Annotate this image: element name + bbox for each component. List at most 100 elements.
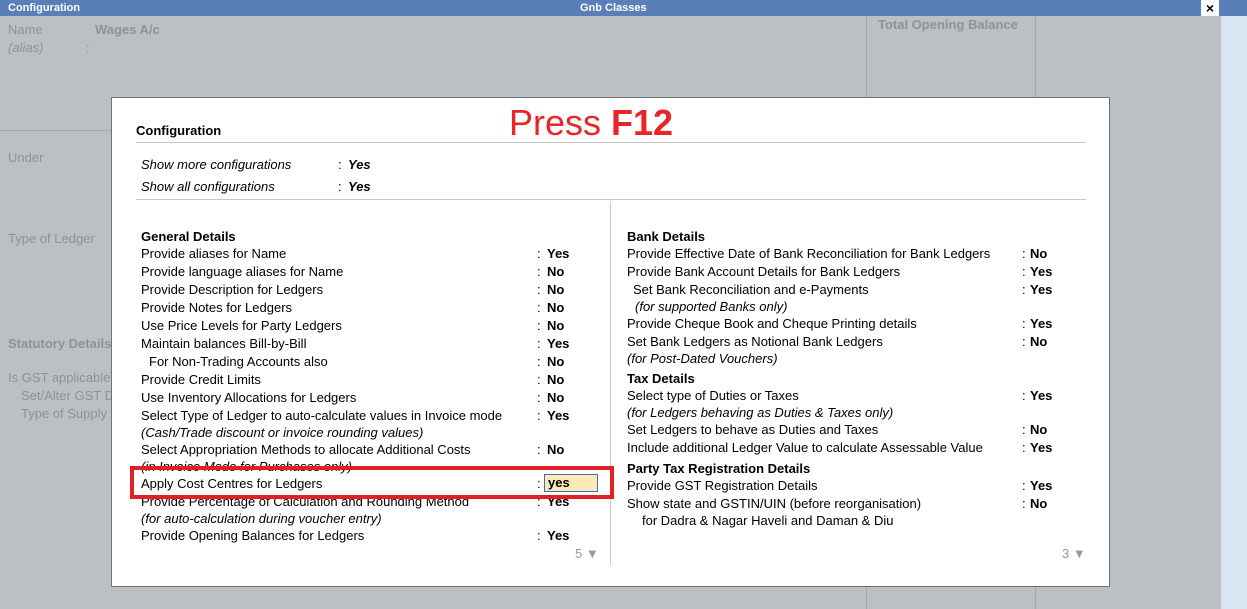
bank-details-header: Bank Details: [627, 229, 706, 244]
setting-label: Select Appropriation Methods to allocate…: [141, 442, 471, 457]
setting-colon: :: [1022, 246, 1026, 261]
setting-value[interactable]: No: [1030, 422, 1047, 437]
setting-label: Provide Opening Balances for Ledgers: [141, 528, 365, 543]
column-divider: [610, 201, 611, 565]
option-colon: :: [338, 179, 342, 194]
press-prefix: Press: [509, 102, 612, 143]
option-show-more-value[interactable]: Yes: [348, 157, 371, 172]
left-page-indicator[interactable]: 5 ▼: [575, 546, 599, 561]
statutory-details-header: Statutory Details: [8, 336, 112, 351]
window-title-company: Gnb Classes: [580, 2, 647, 14]
setting-value[interactable]: Yes: [1030, 282, 1052, 297]
press-key: F12: [611, 102, 674, 143]
option-show-all-label: Show all configurations: [141, 179, 275, 194]
setting-label: Set Ledgers to behave as Duties and Taxe…: [627, 422, 879, 437]
setting-colon: :: [537, 246, 541, 261]
setting-value[interactable]: Yes: [1030, 440, 1052, 455]
setting-colon: :: [1022, 496, 1026, 511]
setting-note: (for supported Banks only): [635, 299, 788, 314]
setting-value[interactable]: Yes: [1030, 388, 1052, 403]
setting-label: Set Bank Reconciliation and e-Payments: [633, 282, 869, 297]
setting-colon: :: [1022, 316, 1026, 331]
setting-label: Provide language aliases for Name: [141, 264, 344, 279]
setting-value[interactable]: No: [547, 300, 564, 315]
setting-label: Include additional Ledger Value to calcu…: [627, 440, 983, 455]
setting-note: (for Ledgers behaving as Duties & Taxes …: [627, 405, 894, 420]
setting-note: (Cash/Trade discount or invoice rounding…: [141, 425, 424, 440]
under-label: Under: [8, 150, 44, 165]
setting-colon: :: [1022, 334, 1026, 349]
setting-note: (for Post-Dated Vouchers): [627, 351, 778, 366]
setting-colon: :: [537, 300, 541, 315]
configuration-dialog: Configuration Press F12 Show more config…: [111, 97, 1110, 587]
setting-colon: :: [537, 408, 541, 423]
total-opening-balance-header: Total Opening Balance: [878, 17, 1018, 32]
option-show-all-value[interactable]: Yes: [348, 179, 371, 194]
setting-label: Select type of Duties or Taxes: [627, 388, 799, 403]
setting-colon: :: [1022, 422, 1026, 437]
setting-value[interactable]: No: [1030, 334, 1047, 349]
name-label: Name: [8, 22, 43, 37]
setting-colon: :: [537, 282, 541, 297]
setting-label: Provide Bank Account Details for Bank Le…: [627, 264, 901, 279]
setting-note: (for auto-calculation during voucher ent…: [141, 511, 382, 526]
setting-colon: :: [537, 528, 541, 543]
setting-label: Use Inventory Allocations for Ledgers: [141, 390, 357, 405]
setting-value[interactable]: Yes: [547, 246, 569, 261]
setting-colon: :: [1022, 478, 1026, 493]
setting-colon: :: [1022, 282, 1026, 297]
setting-colon: :: [537, 390, 541, 405]
setting-label: For Non-Trading Accounts also: [149, 354, 328, 369]
setting-value[interactable]: No: [547, 442, 564, 457]
setting-label: Provide Description for Ledgers: [141, 282, 324, 297]
setting-value[interactable]: No: [547, 264, 564, 279]
option-colon: :: [338, 157, 342, 172]
setting-label: Provide Effective Date of Bank Reconcili…: [627, 246, 991, 261]
setting-value[interactable]: Yes: [1030, 478, 1052, 493]
alias-colon: :: [86, 40, 90, 55]
type-of-supply-label: Type of Supply: [21, 406, 107, 421]
setting-colon: :: [537, 442, 541, 457]
alias-label: (alias): [8, 40, 44, 55]
setting-value[interactable]: Yes: [547, 408, 569, 423]
setting-colon: :: [1022, 440, 1026, 455]
setting-colon: :: [537, 318, 541, 333]
setting-colon: :: [537, 264, 541, 279]
setting-value[interactable]: Yes: [547, 336, 569, 351]
setting-value[interactable]: No: [547, 282, 564, 297]
dialog-title: Configuration: [136, 123, 222, 138]
setting-colon: :: [1022, 264, 1026, 279]
setting-label: Use Price Levels for Party Ledgers: [141, 318, 342, 333]
setting-label: Provide Cheque Book and Cheque Printing …: [627, 316, 917, 331]
setting-value[interactable]: No: [547, 354, 564, 369]
right-button-bar: [1221, 16, 1247, 609]
setting-value[interactable]: Yes: [547, 528, 569, 543]
setting-colon: :: [537, 354, 541, 369]
setting-label: Provide GST Registration Details: [627, 478, 818, 493]
setting-value[interactable]: No: [547, 390, 564, 405]
option-show-more-label: Show more configurations: [141, 157, 292, 172]
apply-cost-centres-label: Apply Cost Centres for Ledgers: [141, 476, 521, 491]
title-bar: Configuration Gnb Classes ×: [0, 0, 1247, 16]
setting-value[interactable]: No: [1030, 246, 1047, 261]
setting-label: Provide aliases for Name: [141, 246, 287, 261]
setting-label: Show state and GSTIN/UIN (before reorgan…: [627, 496, 922, 511]
type-of-ledger-label: Type of Ledger: [8, 231, 95, 246]
setting-value[interactable]: No: [547, 318, 564, 333]
setting-value[interactable]: Yes: [1030, 316, 1052, 331]
setting-label: Set Bank Ledgers as Notional Bank Ledger…: [627, 334, 883, 349]
setting-label: Provide Credit Limits: [141, 372, 261, 387]
setting-value[interactable]: No: [1030, 496, 1047, 511]
title-divider: [136, 142, 1086, 143]
setting-value[interactable]: Yes: [1030, 264, 1052, 279]
options-divider: [136, 199, 1086, 200]
name-value[interactable]: Wages A/c: [95, 22, 160, 37]
window-title-left: Configuration: [8, 2, 81, 14]
setting-value[interactable]: No: [547, 372, 564, 387]
setting-colon: :: [537, 476, 541, 491]
apply-cost-centres-input[interactable]: yes: [544, 474, 598, 492]
right-page-indicator[interactable]: 3 ▼: [1062, 546, 1086, 561]
is-gst-applicable-label: Is GST applicable: [8, 370, 111, 385]
close-icon[interactable]: ×: [1201, 0, 1219, 16]
tax-details-header: Tax Details: [627, 371, 695, 386]
